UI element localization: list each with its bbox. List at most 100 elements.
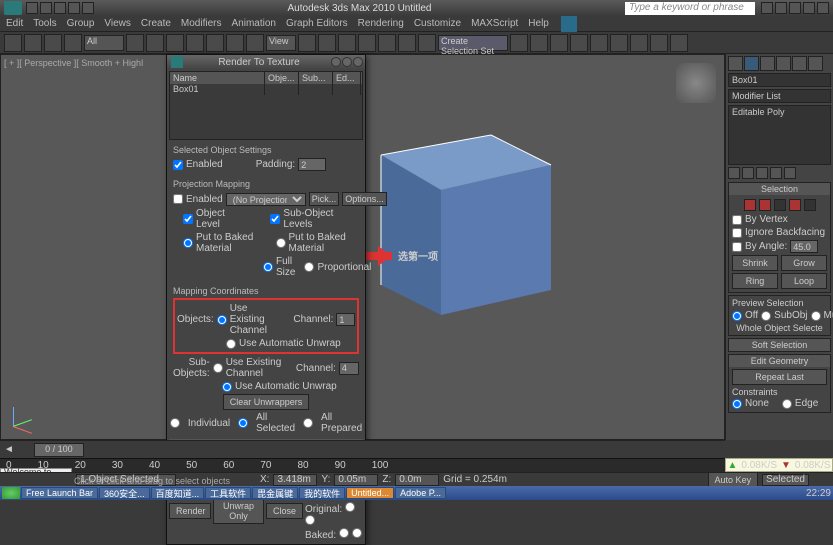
individual-radio[interactable] [170,418,180,428]
polygon-icon[interactable] [789,199,801,211]
task-item[interactable]: Adobe P... [395,487,446,499]
curve-editor-button[interactable] [570,34,588,52]
soft-selection-header[interactable]: Soft Selection [729,339,830,351]
maximize-icon[interactable] [342,57,352,67]
col-sub[interactable]: Sub... [299,72,333,84]
stack-item[interactable]: Editable Poly [729,106,830,118]
rotate-button[interactable] [226,34,244,52]
system-tray[interactable]: 22:29 [806,488,831,499]
menu-create[interactable]: Create [141,18,171,29]
modifier-stack[interactable]: Editable Poly [728,105,831,165]
proj-enabled-checkbox[interactable] [173,194,183,204]
spinner-snap-button[interactable] [418,34,436,52]
vertex-icon[interactable] [744,199,756,211]
close-icon[interactable] [353,57,363,67]
y-field[interactable]: 0.05m [334,474,378,486]
subobj-radio[interactable] [761,311,771,321]
angle-snap-button[interactable] [378,34,396,52]
objects-table[interactable]: NameObje...Sub...Ed... Box01 [169,71,363,140]
sub-auto-radio[interactable] [222,382,232,392]
start-button[interactable] [2,487,20,499]
time-handle[interactable]: 0 / 100 [34,443,84,457]
byangle-checkbox[interactable] [732,242,742,252]
viewport-label[interactable]: [ + ][ Perspective ][ Smooth + Highl [4,58,143,68]
minimize-icon[interactable] [331,57,341,67]
menu-group[interactable]: Group [67,18,95,29]
z-field[interactable]: 0.0m [395,474,439,486]
allprep-radio[interactable] [303,418,313,428]
unlink-button[interactable] [64,34,82,52]
time-slider[interactable]: ◄0 / 100 [0,440,725,458]
task-item-active[interactable]: Untitled... [346,487,394,499]
object-name-field[interactable]: Box01 [728,73,831,87]
pick-button[interactable]: Pick... [309,192,340,206]
layers-button[interactable] [550,34,568,52]
menu-tools[interactable]: Tools [33,18,56,29]
edge-icon[interactable] [759,199,771,211]
help-icon[interactable] [817,2,829,14]
track-bar[interactable]: 0102030405060708090100 [0,458,725,472]
select-region-button[interactable] [166,34,184,52]
use-auto-radio[interactable] [226,339,236,349]
menu-modifiers[interactable]: Modifiers [181,18,222,29]
menu-maxscript[interactable]: MAXScript [471,18,518,29]
none-radio[interactable] [732,399,742,409]
dialog-titlebar[interactable]: Render To Texture [167,55,365,69]
baked-radio[interactable] [339,528,349,538]
schematic-view-button[interactable] [590,34,608,52]
proportional-radio[interactable] [304,262,314,272]
menu-grapheditors[interactable]: Graph Editors [286,18,348,29]
modify-tab-icon[interactable] [744,56,759,71]
refcoord-dropdown[interactable]: View [266,35,296,51]
col-name[interactable]: Name [170,72,265,84]
align-button[interactable] [530,34,548,52]
task-item[interactable]: Free Launch Bar [21,487,98,499]
orig-radio2[interactable] [305,515,315,525]
render-frame-button[interactable] [650,34,668,52]
sub-existing-radio[interactable] [213,363,223,373]
border-icon[interactable] [774,199,786,211]
task-item[interactable]: 百度知道... [151,487,205,499]
multi-radio[interactable] [811,311,821,321]
orig-radio[interactable] [345,502,355,512]
ignore-checkbox[interactable] [732,228,742,238]
task-item[interactable]: 我的软件 [299,487,345,499]
search-icon[interactable] [761,2,773,14]
modifier-list-dropdown[interactable]: Modifier List [728,89,831,103]
pin-stack-icon[interactable] [728,167,740,179]
display-tab-icon[interactable] [792,56,807,71]
select-name-button[interactable] [146,34,164,52]
element-icon[interactable] [804,199,816,211]
manipulate-button[interactable] [318,34,336,52]
menu-help[interactable]: Help [528,18,549,29]
task-item[interactable]: 工具软件 [205,487,251,499]
channel1-spinner[interactable]: 1 [336,313,355,326]
padding-spinner[interactable]: 2 [298,158,326,171]
off-radio[interactable] [732,311,742,321]
menu-views[interactable]: Views [104,18,131,29]
motion-tab-icon[interactable] [776,56,791,71]
qat-new-icon[interactable] [26,2,38,14]
utilities-tab-icon[interactable] [808,56,823,71]
task-item[interactable]: 毘金属键 [252,487,298,499]
scale-button[interactable] [246,34,264,52]
unique-icon[interactable] [756,167,768,179]
col-ed[interactable]: Ed... [333,72,361,84]
undo-button[interactable] [4,34,22,52]
qat-save-icon[interactable] [54,2,66,14]
allsel-radio[interactable] [238,418,248,428]
show-end-icon[interactable] [742,167,754,179]
window-crossing-button[interactable] [186,34,204,52]
selection-set-dropdown[interactable]: Create Selection Set [438,35,508,51]
shrink-button[interactable]: Shrink [732,255,778,271]
pivot-button[interactable] [298,34,316,52]
box01-geometry[interactable] [371,115,561,315]
proj-modifier-dropdown[interactable]: (No Projection Modifier) [226,193,306,206]
clear-unwrappers-button[interactable]: Clear Unwrappers [223,394,310,410]
edge-radio[interactable] [782,399,792,409]
select-button[interactable] [126,34,144,52]
edit-geometry-header[interactable]: Edit Geometry [729,355,830,367]
col-obj[interactable]: Obje... [265,72,299,84]
viewcube-icon[interactable] [676,63,716,103]
subscription-icon[interactable] [775,2,787,14]
